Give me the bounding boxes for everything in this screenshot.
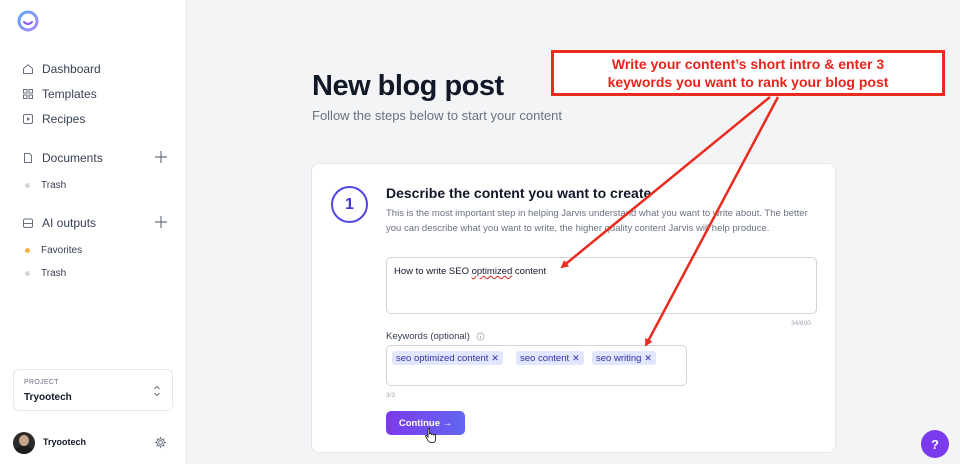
document-icon — [22, 152, 34, 164]
remove-keyword-icon[interactable]: ✕ — [572, 353, 580, 364]
ai-favorites[interactable]: Favorites — [25, 245, 82, 256]
keywords-label: Keywords (optional) — [386, 331, 485, 342]
annotation-line-1: Write your content’s short intro & enter… — [611, 56, 885, 72]
user-name: Tryootech — [43, 437, 87, 447]
keyword-chip-label: seo optimized content — [396, 353, 489, 364]
keyword-chip: seo writing ✕ — [592, 351, 656, 365]
page-subtitle: Follow the steps below to start your con… — [312, 108, 563, 123]
nav-dashboard[interactable]: Dashboard — [22, 62, 101, 76]
content-description-input[interactable]: How to write SEO optimized content — [386, 257, 817, 314]
nav-ai-outputs-label: AI outputs — [42, 216, 97, 230]
nav-templates[interactable]: Templates — [22, 87, 97, 101]
nav-dashboard-label: Dashboard — [42, 62, 101, 76]
avatar[interactable] — [13, 432, 35, 454]
home-icon — [22, 63, 34, 75]
keyword-chip-label: seo writing — [596, 353, 642, 364]
trash-dot-icon — [25, 183, 30, 188]
char-count: 34/600 — [791, 320, 811, 327]
grid-icon — [22, 88, 34, 100]
keyword-chip: seo content ✕ — [516, 351, 584, 365]
content-text-prefix: How to write SEO — [394, 266, 472, 277]
keywords-label-text: Keywords (optional) — [386, 331, 470, 342]
inbox-icon — [22, 217, 34, 229]
gear-icon[interactable] — [154, 436, 167, 449]
remove-keyword-icon[interactable]: ✕ — [491, 353, 499, 364]
documents-trash-label: Trash — [41, 180, 67, 191]
play-square-icon — [22, 113, 34, 125]
annotation-callout: Write your content’s short intro & enter… — [551, 50, 945, 96]
step-card: 1 Describe the content you want to creat… — [311, 163, 836, 453]
page-title: New blog post — [312, 70, 504, 102]
ai-trash[interactable]: Trash — [25, 268, 66, 279]
nav-documents[interactable]: Documents — [22, 151, 103, 165]
nav-documents-label: Documents — [42, 151, 103, 165]
content-text-misspelled: optimized — [471, 266, 513, 277]
help-button[interactable]: ? — [921, 430, 949, 458]
step-number-badge: 1 — [331, 186, 368, 223]
nav-recipes[interactable]: Recipes — [22, 112, 85, 126]
nav-ai-outputs[interactable]: AI outputs — [22, 216, 96, 230]
remove-keyword-icon[interactable]: ✕ — [644, 353, 652, 364]
jarvis-logo-icon[interactable] — [16, 9, 40, 33]
project-label: PROJECT — [24, 379, 59, 386]
chevron-up-down-icon — [152, 384, 162, 398]
ai-trash-label: Trash — [41, 268, 67, 279]
add-document-icon[interactable] — [154, 150, 168, 164]
project-name: Tryootech — [24, 392, 72, 403]
keyword-chip: seo optimized content ✕ — [392, 351, 503, 365]
nav-recipes-label: Recipes — [42, 112, 86, 126]
content-text-suffix: content — [512, 266, 547, 277]
favorites-dot-icon — [25, 248, 30, 253]
trash-dot-icon — [25, 271, 30, 276]
user-profile[interactable]: Tryootech — [13, 432, 173, 454]
hand-cursor-icon — [424, 428, 437, 444]
annotation-line-2: keywords you want to rank your blog post — [607, 74, 889, 90]
info-icon[interactable] — [476, 332, 485, 341]
sidebar: Dashboard Templates Recipes Documents Tr… — [0, 0, 187, 464]
keyword-count: 3/3 — [386, 392, 396, 399]
add-ai-output-icon[interactable] — [154, 215, 168, 229]
step-description: This is the most important step in helpi… — [386, 208, 808, 234]
step-title: Describe the content you want to create — [386, 185, 652, 201]
keyword-chip-label: seo content — [520, 353, 570, 364]
nav-templates-label: Templates — [42, 87, 97, 101]
project-selector[interactable]: PROJECT Tryootech — [13, 369, 173, 411]
favorites-label: Favorites — [41, 245, 83, 256]
documents-trash[interactable]: Trash — [25, 180, 66, 191]
keywords-input[interactable]: seo optimized content ✕ seo content ✕ seo … — [386, 345, 687, 386]
